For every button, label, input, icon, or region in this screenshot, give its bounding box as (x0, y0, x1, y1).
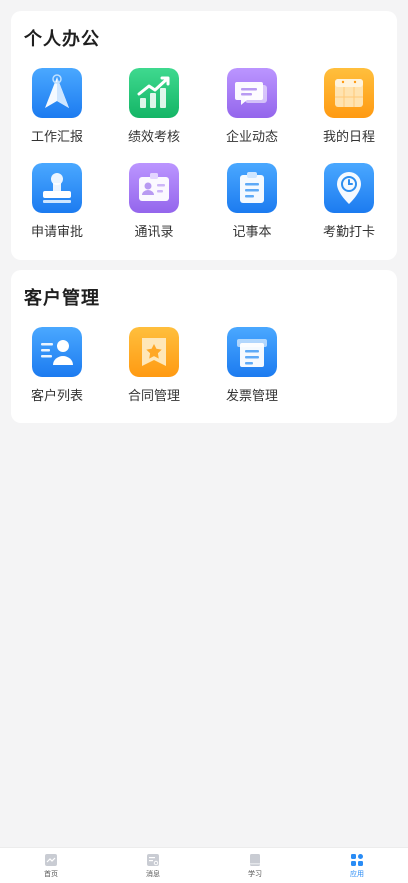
personal-office-title: 个人办公 (24, 29, 100, 50)
app-invoice-management[interactable]: 发票管理 (207, 327, 297, 407)
paper-plane-icon (32, 68, 82, 118)
customer-management-title: 客户管理 (24, 288, 100, 309)
message-icon (146, 853, 160, 867)
app-work-report[interactable]: 工作汇报 (12, 68, 102, 148)
app-label: 合同管理 (127, 389, 180, 404)
contract-star-icon (129, 327, 179, 377)
app-approval-request[interactable]: 申请审批 (12, 163, 102, 243)
app-label: 工作汇报 (30, 130, 83, 145)
tab-learning[interactable]: 学习 (204, 848, 306, 883)
app-label: 发票管理 (225, 389, 278, 404)
apps-grid-icon (350, 853, 364, 867)
app-contacts[interactable]: 通讯录 (109, 163, 199, 243)
app-contract-management[interactable]: 合同管理 (109, 327, 199, 407)
book-icon (248, 853, 262, 867)
app-label: 考勤打卡 (322, 225, 375, 240)
invoice-icon (227, 327, 277, 377)
tab-label: 首页 (44, 870, 58, 878)
app-label: 客户列表 (30, 389, 83, 404)
notepad-icon (227, 163, 277, 213)
bar-chart-trend-icon (129, 68, 179, 118)
contact-card-icon (129, 163, 179, 213)
chat-bubbles-icon (227, 68, 277, 118)
app-attendance-checkin[interactable]: 考勤打卡 (304, 163, 394, 243)
app-label: 申请审批 (30, 225, 83, 240)
app-label: 我的日程 (322, 130, 375, 145)
stamp-icon (32, 163, 82, 213)
location-clock-icon (324, 163, 374, 213)
tab-home[interactable]: 首页 (0, 848, 102, 883)
customer-management-card: 客户管理 客户列表 合同管理 发票管理 (11, 270, 397, 423)
bottom-tab-bar: 首页 消息 学习 应用 (0, 847, 408, 883)
tab-messages[interactable]: 消息 (102, 848, 204, 883)
tab-label: 学习 (248, 870, 262, 878)
app-label: 通讯录 (134, 225, 174, 240)
app-label: 绩效考核 (127, 130, 180, 145)
tab-label: 应用 (350, 870, 364, 878)
app-label: 企业动态 (225, 130, 278, 145)
app-label: 记事本 (232, 225, 272, 240)
app-my-schedule[interactable]: 我的日程 (304, 68, 394, 148)
tab-apps[interactable]: 应用 (306, 848, 408, 883)
app-performance-review[interactable]: 绩效考核 (109, 68, 199, 148)
app-company-news[interactable]: 企业动态 (207, 68, 297, 148)
personal-office-card: 个人办公 工作汇报 绩效考核 企业动态 我的日程 申请审批 通讯录 记事本 考勤… (11, 11, 397, 260)
home-chart-icon (44, 853, 58, 867)
app-customer-list[interactable]: 客户列表 (12, 327, 102, 407)
customer-list-icon (32, 327, 82, 377)
app-notepad[interactable]: 记事本 (207, 163, 297, 243)
tab-label: 消息 (146, 870, 160, 878)
calendar-icon (324, 68, 374, 118)
